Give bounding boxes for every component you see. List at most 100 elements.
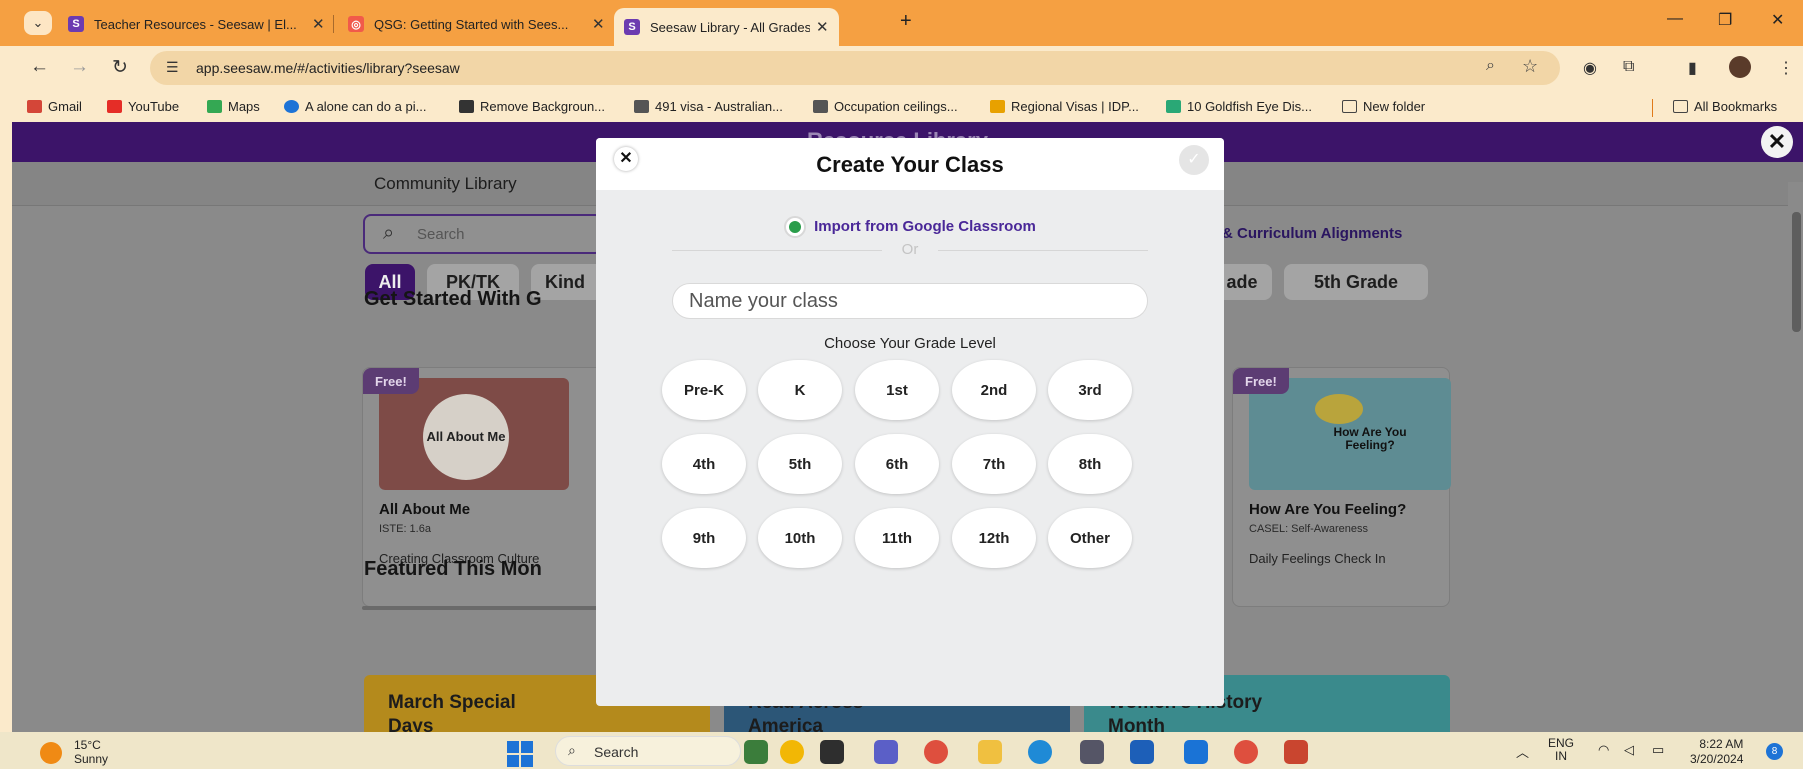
close-tab-icon[interactable]: ✕ bbox=[592, 15, 605, 33]
card-thumbnail: All About Me bbox=[379, 378, 569, 490]
close-tab-icon[interactable]: ✕ bbox=[816, 18, 829, 36]
bookmark-remove-bg[interactable]: Remove Backgroun... bbox=[459, 99, 605, 114]
forward-icon[interactable]: → bbox=[70, 56, 89, 78]
all-bookmarks[interactable]: All Bookmarks bbox=[1673, 99, 1777, 114]
grade-button-9th[interactable]: 9th bbox=[662, 508, 746, 568]
volume-icon[interactable]: ◁ bbox=[1624, 742, 1634, 758]
grade-button-4th[interactable]: 4th bbox=[662, 434, 746, 494]
menu-icon[interactable]: ⋮ bbox=[1778, 58, 1794, 78]
restore-icon[interactable]: ❐ bbox=[1718, 10, 1732, 30]
activity-card[interactable]: How Are You Feeling? Free! How Are You F… bbox=[1232, 367, 1451, 607]
edge-icon[interactable] bbox=[1028, 740, 1052, 764]
bookmark-youtube[interactable]: YouTube bbox=[107, 99, 179, 114]
bookmark-gmail[interactable]: Gmail bbox=[27, 99, 82, 114]
grade-pill-5th-grade[interactable]: 5th Grade bbox=[1284, 264, 1428, 300]
tab-qsg[interactable]: ◎ QSG: Getting Started with Sees... ✕ bbox=[338, 8, 615, 40]
bookmark-goldfish[interactable]: 10 Goldfish Eye Dis... bbox=[1166, 99, 1312, 114]
weather-widget[interactable]: 15°C Sunny bbox=[74, 738, 108, 766]
camera-icon[interactable]: ◉ bbox=[1583, 58, 1597, 78]
file-explorer-icon[interactable] bbox=[978, 740, 1002, 764]
youtube-icon bbox=[107, 100, 122, 113]
taskbar-search[interactable]: ⌕ Search bbox=[555, 736, 741, 766]
reload-icon[interactable]: ↻ bbox=[112, 56, 128, 79]
grade-button-3rd[interactable]: 3rd bbox=[1048, 360, 1132, 420]
tray-overflow-icon[interactable]: ︿ bbox=[1516, 742, 1529, 761]
chrome-icon[interactable] bbox=[924, 740, 948, 764]
card-category: Daily Feelings Check In bbox=[1249, 551, 1386, 566]
grade-button-pre-k[interactable]: Pre-K bbox=[662, 360, 746, 420]
language-indicator[interactable]: ENG IN bbox=[1548, 737, 1574, 763]
sun-weather-icon[interactable] bbox=[40, 742, 62, 764]
scanner-app-icon[interactable] bbox=[1080, 740, 1104, 764]
copilot-icon[interactable] bbox=[744, 740, 768, 764]
tab-search-icon[interactable]: ⌄ bbox=[24, 11, 52, 35]
grade-button-5th[interactable]: 5th bbox=[758, 434, 842, 494]
folder-icon bbox=[1673, 100, 1688, 113]
bookmarks-bar: Gmail YouTube Maps A alone can do a pi..… bbox=[0, 92, 1803, 122]
wifi-icon[interactable]: ◠ bbox=[1598, 742, 1609, 758]
widgets-icon[interactable] bbox=[780, 740, 804, 764]
card-thumbnail: How Are You Feeling? bbox=[1249, 378, 1451, 490]
grade-button-7th[interactable]: 7th bbox=[952, 434, 1036, 494]
close-tab-icon[interactable]: ✕ bbox=[312, 15, 325, 33]
bookmark-491-visa[interactable]: 491 visa - Australian... bbox=[634, 99, 783, 114]
card-standard: ISTE: 1.6a bbox=[379, 523, 431, 535]
profile-avatar[interactable] bbox=[1729, 56, 1751, 78]
new-tab-icon[interactable]: + bbox=[900, 10, 912, 33]
bookmark-alone[interactable]: A alone can do a pi... bbox=[284, 99, 426, 114]
grade-button-11th[interactable]: 11th bbox=[855, 508, 939, 568]
back-icon[interactable]: ← bbox=[30, 56, 49, 78]
bookmark-star-icon[interactable]: ☆ bbox=[1522, 56, 1538, 77]
class-name-input[interactable] bbox=[672, 283, 1148, 319]
grade-button-12th[interactable]: 12th bbox=[952, 508, 1036, 568]
divider-line bbox=[938, 250, 1148, 251]
community-library-link[interactable]: Community Library bbox=[374, 174, 517, 194]
site-info-icon[interactable]: ☰ bbox=[166, 59, 179, 76]
section-title-get-started: Get Started With G bbox=[364, 288, 542, 310]
grade-button-10th[interactable]: 10th bbox=[758, 508, 842, 568]
battery-icon[interactable]: ▭ bbox=[1652, 742, 1664, 758]
task-view-icon[interactable] bbox=[820, 740, 844, 764]
grade-button-8th[interactable]: 8th bbox=[1048, 434, 1132, 494]
tab-title: Seesaw Library - All Grades - All... bbox=[650, 19, 810, 35]
library-search-input[interactable]: ⌕ Search bbox=[363, 214, 603, 254]
folder-icon bbox=[1342, 100, 1357, 113]
grade-button-2nd[interactable]: 2nd bbox=[952, 360, 1036, 420]
carousel-scrollbar[interactable] bbox=[362, 606, 602, 610]
start-button[interactable] bbox=[507, 741, 533, 767]
page-scroll-thumb[interactable] bbox=[1792, 212, 1801, 332]
grade-button-other[interactable]: Other bbox=[1048, 508, 1132, 568]
curriculum-alignments-link[interactable]: & Curriculum Alignments bbox=[1222, 225, 1402, 242]
import-google-classroom-button[interactable]: Import from Google Classroom bbox=[596, 216, 1224, 238]
address-bar[interactable]: ☰ app.seesaw.me/#/activities/library?see… bbox=[150, 51, 1560, 85]
mail-icon[interactable] bbox=[1184, 740, 1208, 764]
tab-teacher-resources[interactable]: S Teacher Resources - Seesaw | El... ✕ bbox=[58, 8, 335, 40]
bookmark-regional-visas[interactable]: Regional Visas | IDP... bbox=[990, 99, 1139, 114]
free-badge: Free! bbox=[363, 368, 419, 394]
chrome-profile-icon[interactable] bbox=[1234, 740, 1258, 764]
grade-button-1st[interactable]: 1st bbox=[855, 360, 939, 420]
confirm-check-button[interactable]: ✓ bbox=[1179, 145, 1209, 175]
zoom-icon[interactable]: ⌕ bbox=[1486, 57, 1495, 75]
bookmark-occupation[interactable]: Occupation ceilings... bbox=[813, 99, 958, 114]
store-icon[interactable] bbox=[1130, 740, 1154, 764]
bookmark-new-folder[interactable]: New folder bbox=[1342, 99, 1425, 114]
clock[interactable]: 8:22 AM 3/20/2024 bbox=[1690, 737, 1743, 767]
close-library-button[interactable]: ✕ bbox=[1761, 126, 1793, 158]
tab-seesaw-library[interactable]: S Seesaw Library - All Grades - All... ✕ bbox=[614, 8, 839, 46]
grade-button-k[interactable]: K bbox=[758, 360, 842, 420]
side-panel-icon[interactable]: ▮ bbox=[1688, 58, 1697, 78]
powerpoint-icon[interactable] bbox=[1284, 740, 1308, 764]
extensions-icon[interactable]: ⧉ bbox=[1623, 58, 1634, 76]
minimize-icon[interactable]: — bbox=[1667, 10, 1683, 28]
close-window-icon[interactable]: ✕ bbox=[1771, 10, 1784, 30]
grade-button-6th[interactable]: 6th bbox=[855, 434, 939, 494]
notification-badge[interactable]: 8 bbox=[1766, 743, 1783, 760]
tab-divider bbox=[333, 15, 334, 33]
teams-icon[interactable] bbox=[874, 740, 898, 764]
weather-condition: Sunny bbox=[74, 752, 109, 766]
date-text: 3/20/2024 bbox=[1690, 752, 1744, 766]
visa-site-icon bbox=[813, 100, 828, 113]
bookmark-maps[interactable]: Maps bbox=[207, 99, 260, 114]
c-logo-icon bbox=[284, 100, 299, 113]
